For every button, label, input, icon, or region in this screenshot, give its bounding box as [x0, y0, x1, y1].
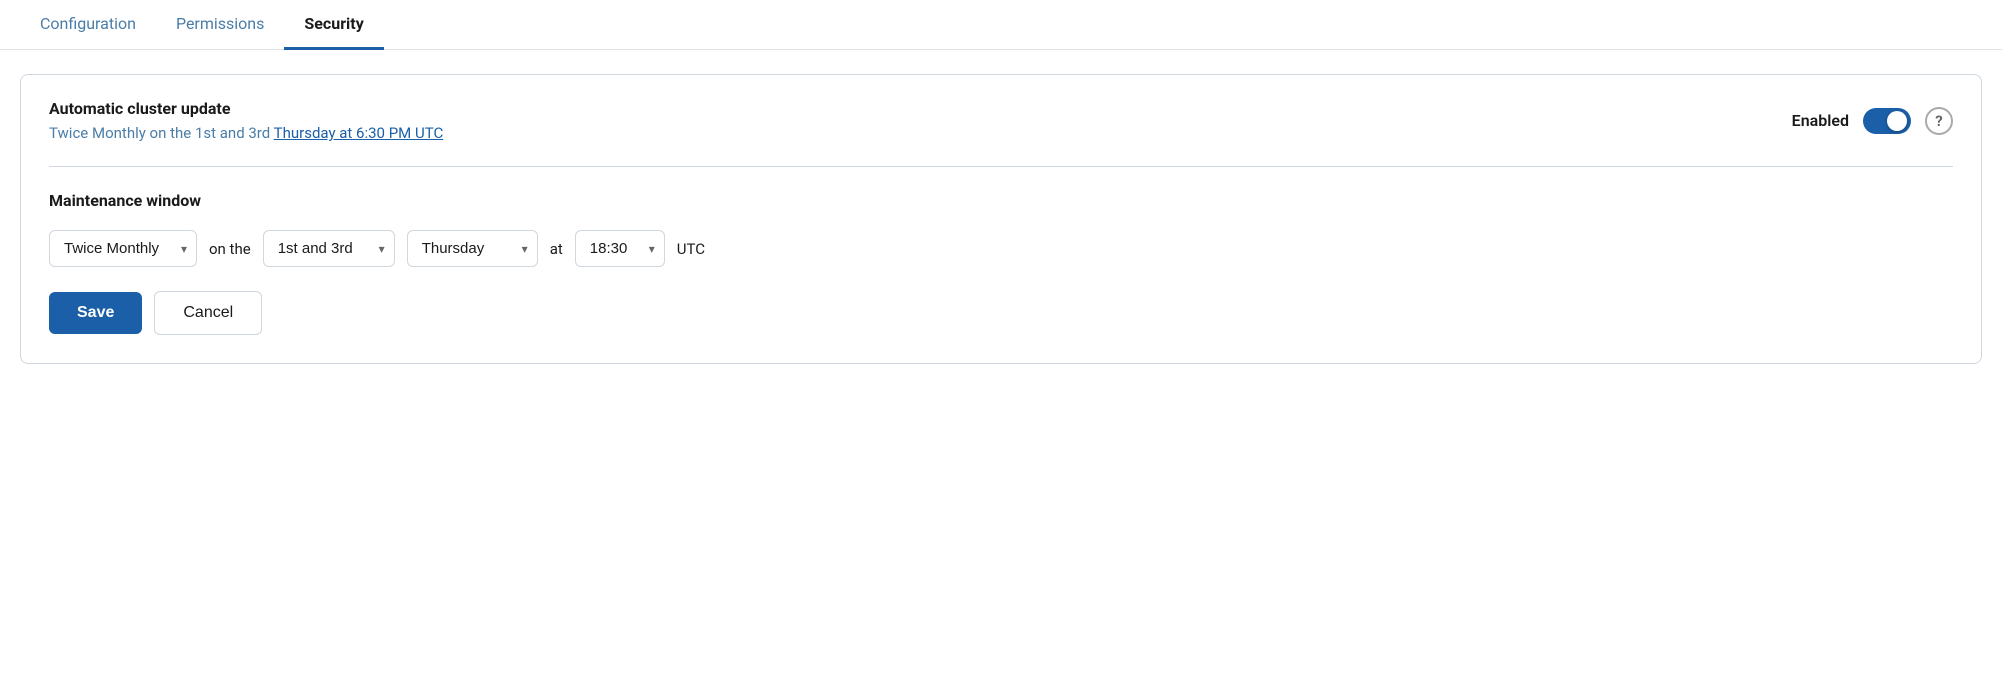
toggle-thumb [1887, 111, 1907, 131]
maintenance-window-title: Maintenance window [49, 191, 1953, 210]
toggle-track [1863, 108, 1911, 134]
occurrence-select-wrapper: 1st and 3rd 2nd and 4th ▾ [263, 230, 395, 267]
utc-text: UTC [677, 240, 705, 258]
toggle-switch[interactable] [1863, 108, 1911, 134]
frequency-select[interactable]: Weekly Twice Monthly Monthly [49, 230, 197, 267]
cluster-update-title: Automatic cluster update [49, 99, 443, 118]
subtitle-prefix: Twice Monthly on the 1st and 3rd [49, 124, 274, 142]
cluster-update-right: Enabled ? [1792, 107, 1953, 135]
toggle-track-wrapper [1863, 108, 1911, 134]
at-text: at [550, 240, 563, 258]
save-button[interactable]: Save [49, 292, 142, 334]
cluster-update-left: Automatic cluster update Twice Monthly o… [49, 99, 443, 142]
day-select-wrapper: Monday Tuesday Wednesday Thursday Friday… [407, 230, 538, 267]
tab-permissions[interactable]: Permissions [156, 0, 284, 50]
maintenance-section: Maintenance window Weekly Twice Monthly … [21, 167, 1981, 363]
settings-card: Automatic cluster update Twice Monthly o… [20, 74, 1982, 364]
day-select[interactable]: Monday Tuesday Wednesday Thursday Friday… [407, 230, 538, 267]
subtitle-link[interactable]: Thursday at 6:30 PM UTC [274, 124, 444, 142]
tabs-bar: Configuration Permissions Security [0, 0, 2002, 50]
cancel-button[interactable]: Cancel [154, 291, 262, 335]
tab-configuration[interactable]: Configuration [20, 0, 156, 50]
time-select[interactable]: 00:00 06:00 12:00 18:00 18:30 19:00 [575, 230, 665, 267]
time-select-wrapper: 00:00 06:00 12:00 18:00 18:30 19:00 ▾ [575, 230, 665, 267]
frequency-select-wrapper: Weekly Twice Monthly Monthly ▾ [49, 230, 197, 267]
page-container: Configuration Permissions Security Autom… [0, 0, 2002, 680]
cluster-update-subtitle: Twice Monthly on the 1st and 3rd Thursda… [49, 124, 443, 142]
main-content: Automatic cluster update Twice Monthly o… [0, 50, 2002, 388]
tab-security[interactable]: Security [284, 0, 383, 50]
enabled-label: Enabled [1792, 111, 1849, 130]
maintenance-controls-row: Weekly Twice Monthly Monthly ▾ on the 1s… [49, 230, 1953, 267]
help-icon[interactable]: ? [1925, 107, 1953, 135]
on-the-text: on the [209, 240, 251, 258]
cluster-update-section: Automatic cluster update Twice Monthly o… [21, 75, 1981, 166]
action-buttons: Save Cancel [49, 291, 1953, 335]
occurrence-select[interactable]: 1st and 3rd 2nd and 4th [263, 230, 395, 267]
